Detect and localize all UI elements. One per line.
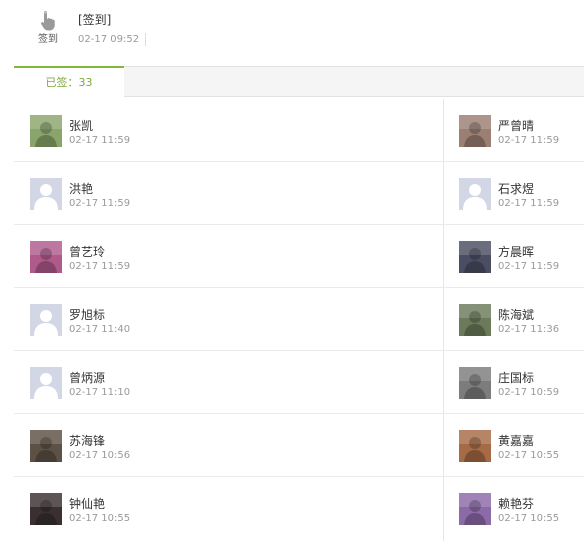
signin-row: 钟仙艳 02-17 10:55 赖艳芬 02-17 10:55 <box>14 477 584 540</box>
user-name[interactable]: 石求煜 <box>498 180 534 197</box>
user-name[interactable]: 曾炳源 <box>69 369 105 386</box>
user-avatar[interactable] <box>459 493 491 525</box>
signin-row: 洪艳 02-17 11:59 石求煜 02-17 11:59 <box>14 162 584 225</box>
default-avatar-icon[interactable] <box>30 178 62 210</box>
user-avatar[interactable] <box>459 367 491 399</box>
signin-time: 02-17 10:55 <box>498 450 560 461</box>
signin-time: 02-17 11:36 <box>498 324 560 335</box>
signin-time: 02-17 10:56 <box>69 450 131 461</box>
signin-time: 02-17 11:40 <box>69 324 131 335</box>
signin-entry: 赖艳芬 02-17 10:55 <box>459 477 584 539</box>
user-name[interactable]: 张凯 <box>69 117 93 134</box>
user-avatar[interactable] <box>30 493 62 525</box>
checkin-icon-label: 签到 <box>38 34 58 45</box>
signin-entry: 黄嘉嘉 02-17 10:55 <box>459 414 584 476</box>
signin-time: 02-17 10:55 <box>498 513 560 524</box>
signin-entry: 陈海斌 02-17 11:36 <box>459 288 584 350</box>
user-avatar[interactable] <box>459 304 491 336</box>
tab-bar: 已签：33 <box>14 66 584 98</box>
signin-time: 02-17 11:59 <box>498 135 560 146</box>
checkin-badge: 签到 <box>28 10 68 46</box>
signin-row: 罗旭标 02-17 11:40 陈海斌 02-17 11:36 <box>14 288 584 351</box>
default-avatar-icon[interactable] <box>30 304 62 336</box>
signin-time: 02-17 11:59 <box>498 261 560 272</box>
signin-entry: 庄国标 02-17 10:59 <box>459 351 584 413</box>
post-title[interactable]: [签到] <box>78 11 111 28</box>
user-name[interactable]: 苏海锋 <box>69 432 105 449</box>
signin-entry: 洪艳 02-17 11:59 <box>30 162 430 224</box>
user-name[interactable]: 曾艺玲 <box>69 243 105 260</box>
user-avatar[interactable] <box>459 115 491 147</box>
default-avatar-icon[interactable] <box>459 178 491 210</box>
signin-entry: 曾艺玲 02-17 11:59 <box>30 225 430 287</box>
post-header: 签到 [签到] 02-17 09:52 <box>0 0 584 66</box>
signin-row: 张凯 02-17 11:59 严曾晴 02-17 11:59 <box>14 99 584 162</box>
signin-list: 张凯 02-17 11:59 严曾晴 02-17 11:59 洪艳 02-17 11:59… <box>14 99 584 541</box>
signin-time: 02-17 10:55 <box>69 513 131 524</box>
user-name[interactable]: 赖艳芬 <box>498 495 534 512</box>
signin-time: 02-17 11:59 <box>498 198 560 209</box>
signin-row: 苏海锋 02-17 10:56 黄嘉嘉 02-17 10:55 <box>14 414 584 477</box>
user-name[interactable]: 方晨晖 <box>498 243 534 260</box>
signin-time: 02-17 11:59 <box>69 198 131 209</box>
user-avatar[interactable] <box>30 115 62 147</box>
signin-row: 曾炳源 02-17 11:10 庄国标 02-17 10:59 <box>14 351 584 414</box>
user-avatar[interactable] <box>30 430 62 462</box>
signin-time: 02-17 11:59 <box>69 261 131 272</box>
signin-entry: 苏海锋 02-17 10:56 <box>30 414 430 476</box>
signin-entry: 钟仙艳 02-17 10:55 <box>30 477 430 539</box>
user-name[interactable]: 黄嘉嘉 <box>498 432 534 449</box>
user-name[interactable]: 罗旭标 <box>69 306 105 323</box>
signin-time: 02-17 11:59 <box>69 135 131 146</box>
user-name[interactable]: 严曾晴 <box>498 117 534 134</box>
signin-entry: 罗旭标 02-17 11:40 <box>30 288 430 350</box>
signin-entry: 方晨晖 02-17 11:59 <box>459 225 584 287</box>
signin-time: 02-17 10:59 <box>498 387 560 398</box>
signin-time: 02-17 11:10 <box>69 387 131 398</box>
post-time: 02-17 09:52 <box>78 34 140 45</box>
user-name[interactable]: 洪艳 <box>69 180 93 197</box>
signin-entry: 张凯 02-17 11:59 <box>30 99 430 161</box>
user-name[interactable]: 陈海斌 <box>498 306 534 323</box>
signin-entry: 石求煜 02-17 11:59 <box>459 162 584 224</box>
signin-entry: 严曾晴 02-17 11:59 <box>459 99 584 161</box>
signin-entry: 曾炳源 02-17 11:10 <box>30 351 430 413</box>
user-avatar[interactable] <box>459 241 491 273</box>
default-avatar-icon[interactable] <box>30 367 62 399</box>
signin-row: 曾艺玲 02-17 11:59 方晨晖 02-17 11:59 <box>14 225 584 288</box>
hand-pointer-icon <box>41 11 55 31</box>
user-avatar[interactable] <box>30 241 62 273</box>
divider <box>145 33 146 46</box>
user-name[interactable]: 庄国标 <box>498 369 534 386</box>
user-name[interactable]: 钟仙艳 <box>69 495 105 512</box>
tab-signed[interactable]: 已签：33 <box>14 66 124 98</box>
user-avatar[interactable] <box>459 430 491 462</box>
